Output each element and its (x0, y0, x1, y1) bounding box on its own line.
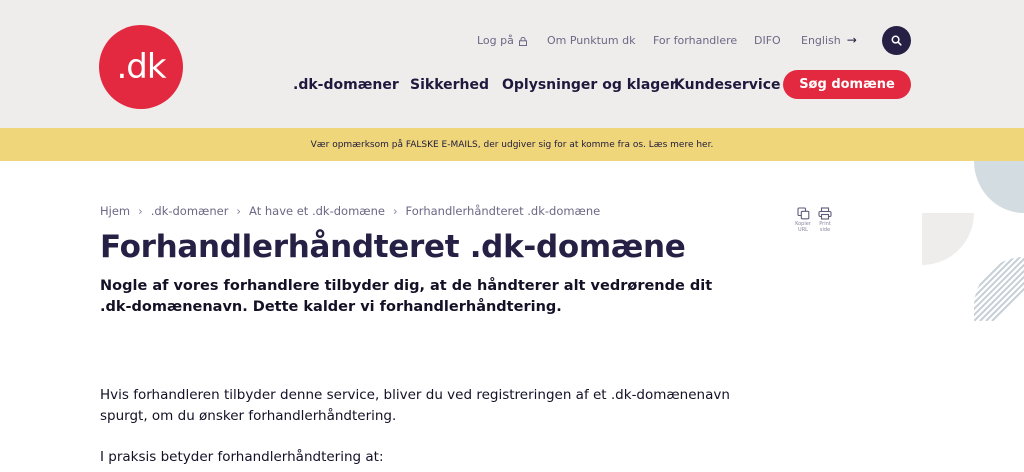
difo-link[interactable]: DIFO (754, 33, 781, 47)
search-domain-button[interactable]: Søg domæne (783, 70, 911, 99)
page-lead: Nogle af vores forhandlere tilbyder dig,… (100, 278, 713, 315)
chevron-right-icon: › (138, 204, 143, 218)
language-label: English (801, 33, 841, 47)
copy-url-label: Kopier URL (795, 221, 811, 233)
chevron-right-icon: › (236, 204, 242, 218)
dk-logo[interactable]: .dk (99, 25, 183, 109)
nav-info[interactable]: Oplysninger og klager (502, 77, 677, 93)
body-paragraph: Hvis forhandleren tilbyder denne service… (100, 387, 730, 424)
login-label: Log på (477, 33, 514, 47)
language-link[interactable]: English → (801, 33, 857, 47)
breadcrumb-domains[interactable]: .dk-domæner (151, 204, 229, 218)
breadcrumb-home[interactable]: Hjem (100, 204, 130, 218)
nav-domains[interactable]: .dk-domæner (293, 77, 399, 93)
search-icon (891, 35, 902, 46)
copy-url-button[interactable]: Kopier URL (792, 207, 814, 233)
breadcrumb-have-domain[interactable]: At have et .dk-domæne (249, 204, 385, 218)
breadcrumb-current: Forhandlerhåndteret .dk-domæne (405, 204, 601, 218)
about-label: Om Punktum dk (547, 33, 636, 47)
nav-security[interactable]: Sikkerhed (410, 77, 489, 93)
about-link[interactable]: Om Punktum dk (547, 33, 635, 47)
search-button[interactable] (882, 26, 911, 55)
chevron-right-icon: › (392, 204, 398, 218)
page-tools: Kopier URL Print side (792, 207, 836, 233)
site-header: .dk Log på Om Punktum dk For forhandlere… (0, 0, 1024, 128)
difo-label: DIFO (754, 33, 781, 47)
resellers-link[interactable]: For forhandlere (653, 33, 737, 47)
print-label: Print side (819, 221, 831, 233)
body-paragraph: I praksis betyder forhandlerhåndtering a… (100, 449, 384, 465)
print-icon (818, 207, 832, 220)
decorative-shapes (922, 161, 1024, 321)
banner-text: Vær opmærksom på FALSKE E-MAILS, der udg… (310, 139, 714, 150)
warning-banner[interactable]: Vær opmærksom på FALSKE E-MAILS, der udg… (0, 128, 1024, 161)
page-title: Forhandlerhåndteret .dk-domæne (100, 229, 686, 265)
login-link[interactable]: Log på (477, 33, 527, 47)
nav-customer-service[interactable]: Kundeservice (674, 77, 781, 93)
lock-icon (518, 36, 527, 46)
breadcrumb: Hjem › .dk-domæner › At have et .dk-domæ… (100, 204, 600, 218)
copy-icon (796, 207, 809, 220)
print-button[interactable]: Print side (814, 207, 836, 233)
arrow-right-icon: → (846, 33, 857, 47)
resellers-label: For forhandlere (653, 33, 738, 47)
